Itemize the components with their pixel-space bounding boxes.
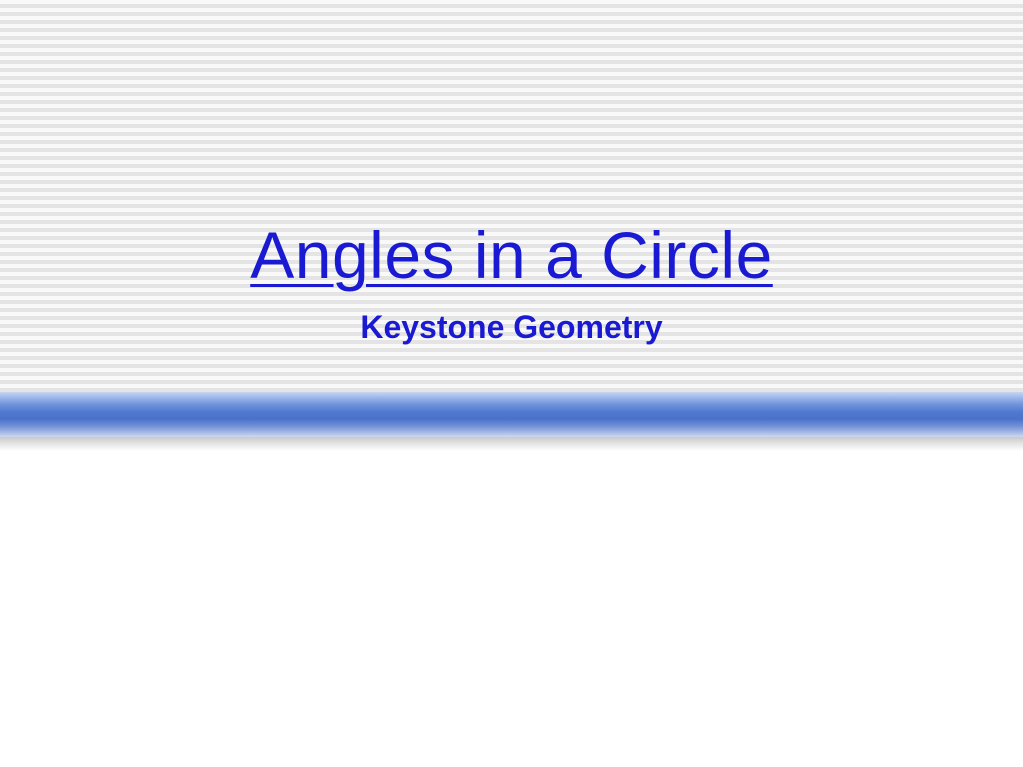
slide-subtitle: Keystone Geometry (360, 309, 663, 345)
slide: Angles in a Circle Keystone Geometry (0, 0, 1023, 767)
blue-divider-band (0, 392, 1023, 437)
slide-title: Angles in a Circle (250, 218, 773, 292)
band-shadow (0, 437, 1023, 451)
